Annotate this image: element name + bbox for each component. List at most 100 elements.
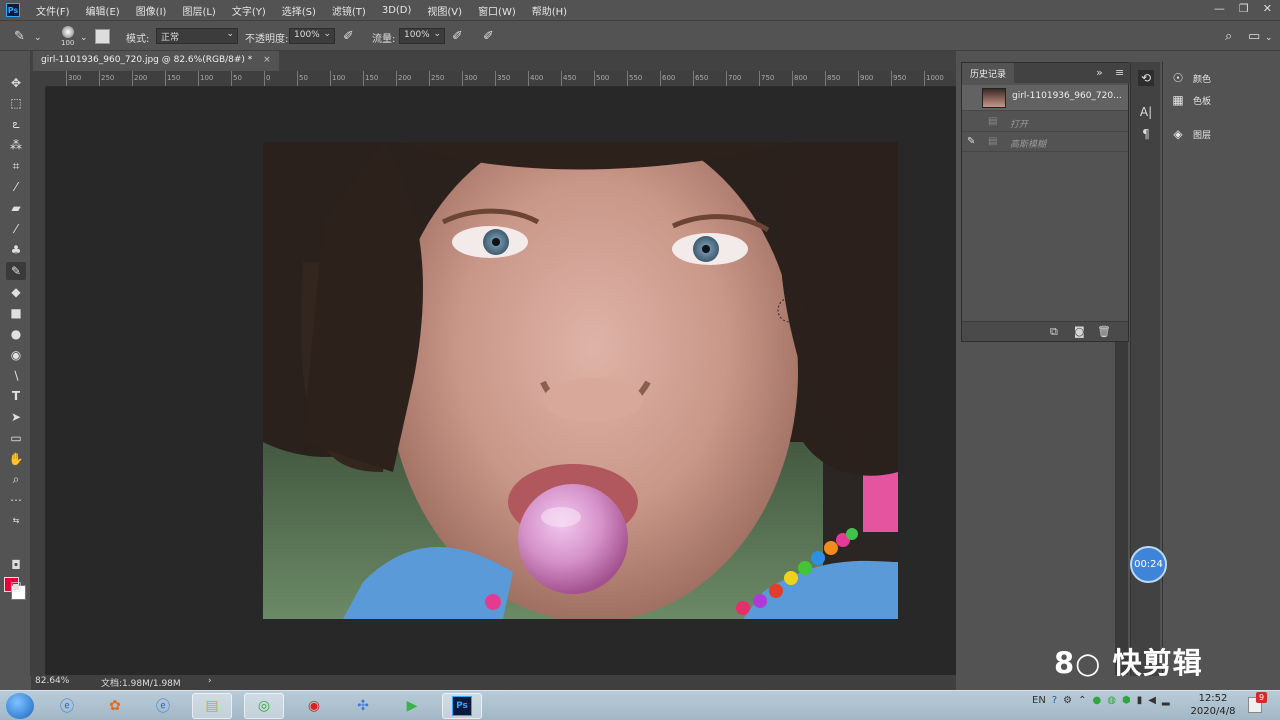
rectangle-tool-icon[interactable]: ▭ [6,429,26,447]
cloud-app-icon[interactable]: ✣ [343,693,383,719]
eraser-tool-icon[interactable]: ◆ [6,283,26,301]
menu-edit[interactable]: 编辑(E) [78,3,128,18]
blur-tool-icon[interactable]: ● [6,325,26,343]
document-image[interactable] [263,142,898,619]
tray-device-icon[interactable]: ▮ [1137,695,1143,706]
history-step-gaussian-blur[interactable]: ✎ ▤ 高斯模糊 [962,133,1128,152]
swap-colors-icon[interactable]: ⇆ [6,512,26,530]
workspace-dropdown-icon[interactable]: ⌄ [1265,33,1273,43]
document-tab[interactable]: girl-1101936_960_720.jpg @ 82.6%(RGB/8#)… [33,51,279,71]
menu-filter[interactable]: 滤镜(T) [324,3,374,18]
type-tool-icon[interactable]: T [6,387,26,405]
close-document-icon[interactable]: × [263,55,271,65]
close-button[interactable]: ✕ [1263,2,1272,15]
brush-dropdown-icon[interactable]: ⌄ [80,33,88,43]
marquee-tool-icon[interactable]: ⬚ [6,94,26,112]
hand-tool-icon[interactable]: ✋ [6,450,26,468]
tool-preset-dropdown-icon[interactable]: ⌄ [34,33,42,43]
ie-browser-alt-icon[interactable]: ⓔ [143,693,183,719]
vertical-ruler[interactable] [31,87,46,675]
character-panel-icon[interactable]: A| [1138,104,1154,120]
menu-image[interactable]: 图像(I) [128,3,175,18]
pressure-opacity-icon[interactable]: ✐ [343,29,354,44]
file-explorer-icon[interactable]: ▤ [192,693,232,719]
healing-brush-tool-icon[interactable]: ✎ [14,29,25,44]
history-snapshot[interactable]: girl-1101936_960_720... [962,85,1128,111]
app-launcher-icon[interactable]: ✿ [95,693,135,719]
camera-snapshot-icon[interactable]: ◙ [1074,325,1085,338]
quick-mask-icon[interactable]: ◘ [6,556,26,574]
ie-browser-icon[interactable]: ⓔ [47,693,87,719]
more-tools-icon[interactable]: ⋯ [6,491,26,509]
collapse-panel-icon[interactable]: » [1096,66,1103,79]
move-tool-icon[interactable]: ✥ [6,74,26,92]
menu-window[interactable]: 窗口(W) [470,3,524,18]
help-icon[interactable]: ? [1052,695,1057,706]
pen-tool-icon[interactable]: ∖ [6,367,26,385]
menu-help[interactable]: 帮助(H) [524,3,575,18]
brush-tool-icon[interactable]: ⁄ [6,220,26,238]
mode-select[interactable]: 正常 ⌄ [156,28,238,44]
pressure-size-icon[interactable]: ✐ [483,29,494,44]
paragraph-panel-icon[interactable]: ¶ [1138,126,1154,142]
history-brush-source-icon[interactable]: ✎ [967,136,975,147]
history-brush-tool-icon[interactable]: ✎ [6,262,26,280]
path-selection-tool-icon[interactable]: ➤ [6,408,26,426]
flow-field[interactable]: 100% ⌄ [399,28,445,44]
healing-brush-tool-icon[interactable]: ▰ [6,199,26,217]
menu-file[interactable]: 文件(F) [28,3,78,18]
history-panel-icon[interactable]: ⟲ [1138,70,1154,86]
history-tab[interactable]: 历史记录 [962,63,1015,83]
brush-settings-panel-icon[interactable] [95,29,110,44]
ruler-tick-label: 750 [761,74,775,82]
panel-menu-icon[interactable]: ≡ [1115,66,1124,79]
menu-3d[interactable]: 3D(D) [374,5,420,16]
search-icon[interactable]: ⌕ [1225,29,1232,44]
tray-settings-icon[interactable]: ⚙ [1063,695,1072,706]
crop-tool-icon[interactable]: ⌗ [6,157,26,175]
start-button[interactable] [6,693,34,719]
brush-tip-preview-icon[interactable] [62,26,74,38]
volume-icon[interactable]: ◀ [1148,695,1156,706]
zoom-level[interactable]: 82.64% [35,676,69,686]
ruler-tick-mark [198,71,199,86]
restore-button[interactable]: ❐ [1239,2,1249,15]
airbrush-icon[interactable]: ✐ [452,29,463,44]
opacity-field[interactable]: 100% ⌄ [289,28,335,44]
layers-panel-button[interactable]: ◈ 图层 [1171,124,1211,144]
color-panel-button[interactable]: ☉ 颜色 [1171,68,1211,88]
tray-shield-icon[interactable]: ⬢ [1122,695,1131,706]
tray-360-icon[interactable]: ● [1092,695,1101,706]
horizontal-ruler[interactable]: 300 250 200 150 100 50 0 50 100 150 200 250 300 350 40… [46,71,956,87]
photoshop-taskbar-icon[interactable]: Ps [442,693,482,719]
workspace-icon[interactable]: ▭ [1248,29,1260,44]
eyedropper-tool-icon[interactable]: ⁄ [6,178,26,196]
magic-wand-tool-icon[interactable]: ⁂ [6,136,26,154]
media-player-icon[interactable]: ▶ [392,693,432,719]
zoom-tool-icon[interactable]: ⌕ [6,470,26,488]
menu-type[interactable]: 文字(Y) [224,3,274,18]
menu-view[interactable]: 视图(V) [419,3,470,18]
menu-layer[interactable]: 图层(L) [174,3,223,18]
browser-360-icon[interactable]: ◎ [244,693,284,719]
tray-arrow-icon[interactable]: ⌃ [1078,695,1086,706]
lasso-tool-icon[interactable]: ఽ [6,115,26,133]
swatches-panel-button[interactable]: ▦ 色板 [1171,90,1211,110]
status-menu-arrow[interactable]: › [208,676,212,686]
history-step-open[interactable]: ▤ 打开 [962,113,1128,132]
new-document-from-state-icon[interactable]: ⧉ [1050,325,1058,339]
clone-stamp-tool-icon[interactable]: ♣ [6,241,26,259]
ruler-origin[interactable] [31,71,46,87]
gradient-tool-icon[interactable]: ■ [6,304,26,322]
ruler-tick-label: 900 [860,74,874,82]
dodge-tool-icon[interactable]: ◉ [6,346,26,364]
minimize-button[interactable]: — [1214,2,1225,15]
language-indicator[interactable]: EN [1032,695,1046,706]
tray-security-icon[interactable]: ◍ [1107,695,1116,706]
network-icon[interactable]: ▂ [1162,695,1170,706]
trash-icon[interactable]: 🗑 [1097,325,1111,338]
menu-select[interactable]: 选择(S) [274,3,324,18]
screen-mode-icon[interactable]: ▣ [6,577,26,595]
system-clock[interactable]: 12:52 2020/4/8 [1183,692,1243,718]
netease-music-icon[interactable]: ◉ [294,693,334,719]
